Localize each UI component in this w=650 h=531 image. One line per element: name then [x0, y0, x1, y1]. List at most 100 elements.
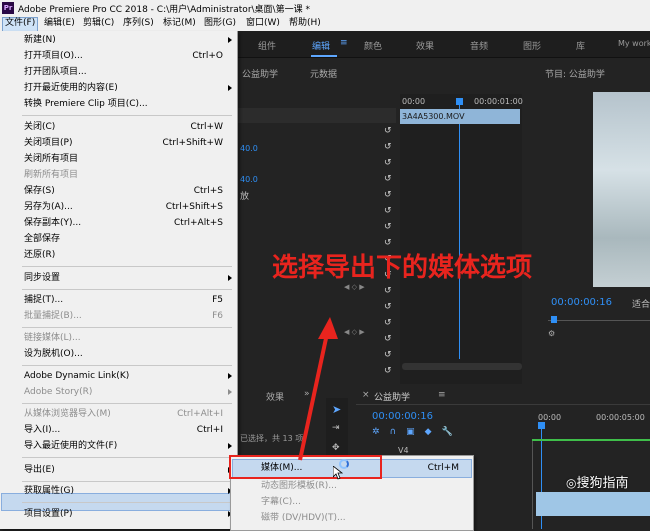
menu-item-close-project[interactable]: 关闭项目(P)	[24, 136, 72, 150]
annotation-text: 选择导出下的媒体选项	[272, 253, 533, 283]
ec-scale-label: 放	[240, 192, 250, 202]
reset-icon[interactable]: ↺	[384, 223, 394, 232]
ec-header-row	[238, 108, 396, 123]
menu-item-dynamic-link[interactable]: Adobe Dynamic Link(K)	[24, 369, 129, 383]
program-settings-icon[interactable]: ⚙	[548, 329, 555, 338]
menu-item-save[interactable]: 保存(S)	[24, 184, 55, 198]
reset-icon[interactable]: ↺	[384, 303, 394, 312]
menu-separator	[22, 457, 232, 458]
timeline-menu-icon[interactable]: ≡	[438, 390, 446, 400]
shortcut-open-project: Ctrl+O	[192, 51, 223, 61]
tab-effects[interactable]: 效果	[266, 390, 284, 403]
workspace-graphics[interactable]: 图形	[523, 39, 541, 52]
reset-icon[interactable]: ↺	[384, 335, 394, 344]
menu-separator	[22, 481, 232, 482]
timeline-tool-icons[interactable]: ✲∩▣◆🔧	[372, 427, 463, 437]
ec-mini-timeline[interactable]	[400, 94, 522, 384]
shortcut-export-media: Ctrl+M	[427, 463, 459, 473]
menu-item-new[interactable]: 新建(N)	[24, 33, 56, 47]
menu-item-open-project[interactable]: 打开项目(O)...	[24, 49, 83, 63]
effect-controls-panel: 公益助学 元数据 40.0 40.0 放 ↺ ↺ ↺ ↺ ↺ ↺ ↺ ↺ ↺ ↺…	[238, 58, 532, 384]
menu-graphics[interactable]: 图形(G)	[202, 17, 238, 30]
menu-sequence[interactable]: 序列(S)	[121, 17, 156, 30]
clip-bar[interactable]: 3A4A5300.MOV	[400, 109, 520, 124]
reset-icon[interactable]: ↺	[384, 367, 394, 376]
workspace-color[interactable]: 颜色	[364, 39, 382, 52]
menu-separator	[22, 502, 232, 503]
menu-file[interactable]: 文件(F)	[2, 17, 39, 32]
track-label-v4[interactable]: V4	[398, 446, 409, 455]
menu-clip[interactable]: 剪辑(C)	[81, 17, 116, 30]
program-fit-dropdown[interactable]: 适合	[632, 297, 650, 310]
program-playhead[interactable]	[551, 316, 557, 323]
menu-item-project-settings[interactable]: 项目设置(P)	[24, 507, 72, 521]
tab-sequence-source[interactable]: 公益助学	[242, 67, 278, 80]
menu-separator	[22, 365, 232, 366]
timeline-timecode[interactable]: 00:00:00:16	[372, 411, 433, 422]
reset-icon[interactable]: ↺	[384, 319, 394, 328]
shortcut-capture: F5	[212, 295, 223, 305]
reset-icon[interactable]: ↺	[384, 287, 394, 296]
ec-time-end: 00:00:01:00	[474, 97, 523, 106]
program-monitor-title[interactable]: 节目: 公益助学	[545, 67, 605, 80]
program-scrub-bar[interactable]	[548, 320, 650, 321]
workspace-my-work[interactable]: My work	[618, 39, 650, 48]
menu-item-capture[interactable]: 捕捉(T)...	[24, 293, 63, 307]
shortcut-save-copy: Ctrl+Alt+S	[174, 218, 223, 228]
menu-item-adobe-story: Adobe Story(R)	[24, 387, 93, 397]
workspace-editing[interactable]: 编辑	[312, 39, 330, 52]
workspace-effects[interactable]: 效果	[416, 39, 434, 52]
program-timecode[interactable]: 00:00:00:16	[551, 297, 612, 308]
reset-icon[interactable]: ↺	[384, 351, 394, 360]
menu-help[interactable]: 帮助(H)	[287, 17, 323, 30]
reset-icon[interactable]: ↺	[384, 143, 394, 152]
timeline-playhead[interactable]	[538, 422, 545, 429]
workspace-libraries[interactable]: 库	[576, 39, 585, 52]
submenu-arrow-icon	[228, 85, 232, 91]
menu-window[interactable]: 窗口(W)	[244, 17, 282, 30]
ec-value-2[interactable]: 40.0	[240, 175, 258, 184]
menu-item-save-as[interactable]: 另存为(A)...	[24, 200, 73, 214]
menu-item-open-recent[interactable]: 打开最近使用的内容(E)	[24, 81, 118, 95]
menu-item-revert[interactable]: 还原(R)	[24, 248, 55, 262]
menu-item-export-tape: 磁带 (DV/HDV)(T)...	[261, 513, 346, 523]
menu-item-close[interactable]: 关闭(C)	[24, 120, 55, 134]
tab-metadata[interactable]: 元数据	[310, 67, 337, 80]
menu-item-convert-clip[interactable]: 转换 Premiere Clip 项目(C)...	[24, 97, 148, 111]
menu-edit[interactable]: 编辑(E)	[42, 17, 77, 30]
menu-item-import-media-browser: 从媒体浏览器导入(M)	[24, 409, 111, 419]
reset-icon[interactable]: ↺	[384, 239, 394, 248]
submenu-arrow-icon	[228, 389, 232, 395]
menu-item-open-team-project[interactable]: 打开团队项目...	[24, 65, 87, 79]
menu-item-get-properties[interactable]: 获取属性(G)	[24, 484, 74, 498]
ec-value-1[interactable]: 40.0	[240, 144, 258, 153]
timeline-title-divider	[356, 404, 650, 405]
reset-icon[interactable]: ↺	[384, 207, 394, 216]
reset-icon[interactable]: ↺	[384, 175, 394, 184]
reset-icon[interactable]: ↺	[384, 127, 394, 136]
menu-item-close-all-projects[interactable]: 关闭所有项目	[24, 152, 78, 166]
timeline-title[interactable]: 公益助学	[374, 390, 410, 403]
reset-icon[interactable]: ↺	[384, 191, 394, 200]
reset-icon[interactable]: ↺	[384, 159, 394, 168]
menu-marker[interactable]: 标记(M)	[161, 17, 198, 30]
ec-scrollbar[interactable]	[402, 363, 522, 370]
menu-item-sync-settings[interactable]: 同步设置	[24, 271, 60, 285]
menu-item-export[interactable]: 导出(E)	[24, 463, 55, 477]
close-icon[interactable]: ×	[362, 390, 370, 400]
menu-item-import-recent[interactable]: 导入最近使用的文件(F)	[24, 439, 117, 453]
program-video-frame	[593, 92, 650, 287]
timeline-clip[interactable]	[536, 492, 650, 516]
menu-item-import[interactable]: 导入(I)...	[24, 423, 60, 437]
workspace-menu-icon[interactable]: ≡	[340, 38, 348, 48]
menu-item-save-copy[interactable]: 保存副本(Y)...	[24, 216, 81, 230]
menu-item-make-offline[interactable]: 设为脱机(O)...	[24, 347, 83, 361]
workspace-audio[interactable]: 音频	[470, 39, 488, 52]
workspace-assembly[interactable]: 组件	[258, 39, 276, 52]
submenu-arrow-icon	[228, 373, 232, 379]
menu-separator	[22, 289, 232, 290]
menu-item-export-captions: 字幕(C)...	[261, 497, 301, 507]
submenu-arrow-icon	[228, 275, 232, 281]
menu-item-save-all[interactable]: 全部保存	[24, 232, 60, 246]
playhead-marker[interactable]	[456, 98, 463, 105]
